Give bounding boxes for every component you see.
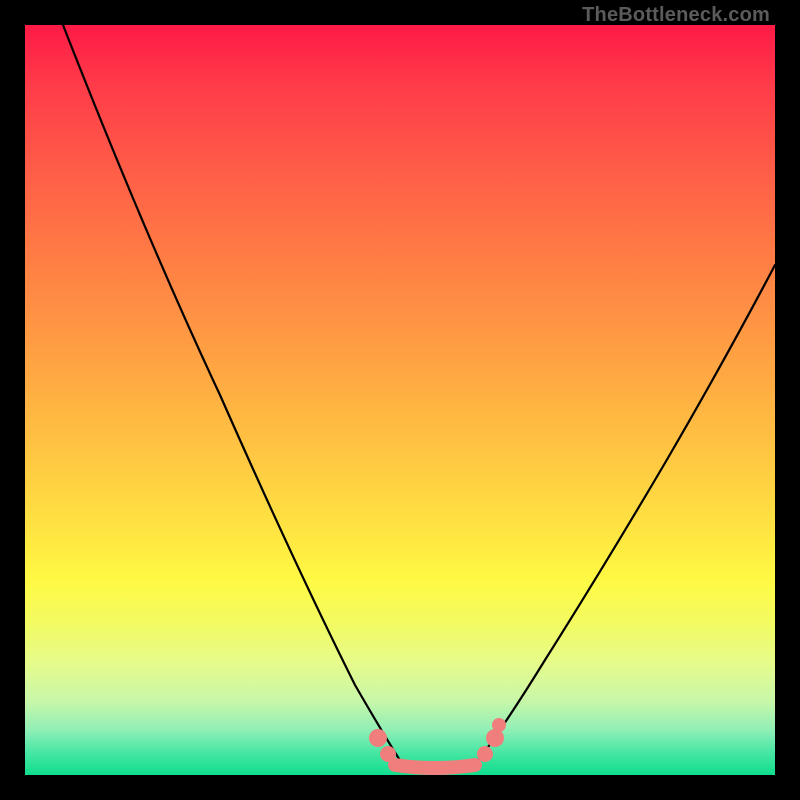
curve-right-branch: [475, 265, 775, 765]
outer-frame: TheBottleneck.com: [0, 0, 800, 800]
chart-svg: [25, 25, 775, 775]
curve-left-branch: [63, 25, 403, 765]
marker-dot-right-lower: [477, 746, 493, 762]
marker-dot-right-upper: [486, 729, 504, 747]
plot-area: [25, 25, 775, 775]
attribution-text: TheBottleneck.com: [582, 4, 770, 27]
marker-dot-right-top: [492, 718, 506, 732]
valley-floor-marker: [395, 765, 475, 768]
marker-dot-left-upper: [369, 729, 387, 747]
marker-dot-left-lower: [380, 746, 396, 762]
